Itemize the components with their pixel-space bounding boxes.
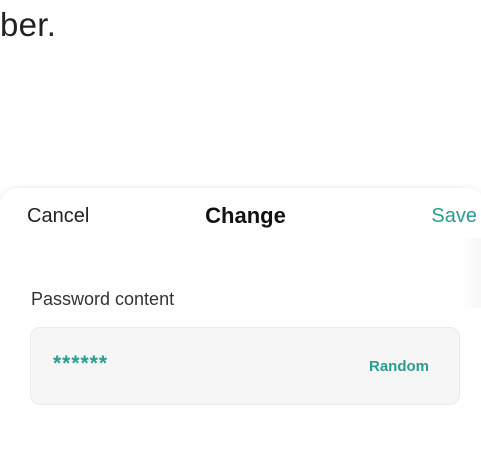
password-value: ******	[53, 352, 109, 375]
password-content-label: Password content	[31, 289, 175, 309]
sheet-header: Cancel Change Save	[0, 188, 481, 248]
password-field[interactable]: ****** Random	[30, 327, 460, 405]
sheet-title: Change	[205, 203, 286, 228]
edge-shadow	[459, 238, 481, 308]
change-password-sheet: Cancel Change Save Password content ****…	[0, 188, 481, 452]
random-button[interactable]: Random	[369, 358, 429, 375]
background-partial-text: ber.	[0, 6, 57, 43]
save-button[interactable]: Save	[431, 205, 477, 228]
screen: ber. Cancel Change Save Password content…	[0, 0, 481, 452]
